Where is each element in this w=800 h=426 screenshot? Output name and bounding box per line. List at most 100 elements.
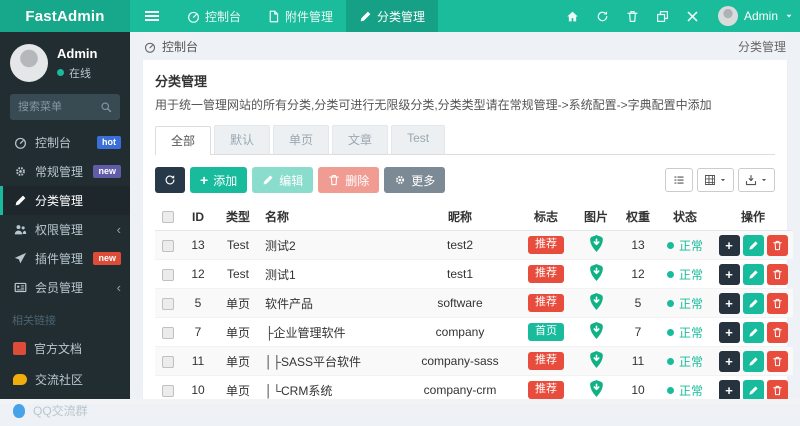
row-add-button[interactable]: + bbox=[719, 322, 740, 343]
column-header-名称[interactable]: 名称 bbox=[261, 203, 401, 231]
select-all-checkbox[interactable] bbox=[162, 211, 174, 223]
file-icon bbox=[267, 10, 280, 23]
tab-默认[interactable]: 默认 bbox=[214, 125, 270, 154]
column-header-昵称[interactable]: 昵称 bbox=[401, 203, 519, 231]
cell-weight: 5 bbox=[619, 289, 657, 318]
row-checkbox[interactable] bbox=[162, 298, 174, 310]
cell-type: 单页 bbox=[215, 347, 261, 376]
breadcrumb: 控制台 分类管理 bbox=[130, 32, 800, 60]
column-header-标志[interactable]: 标志 bbox=[519, 203, 573, 231]
sidebar-item-分类管理[interactable]: 分类管理 bbox=[0, 186, 130, 215]
sidebar-item-会员管理[interactable]: 会员管理‹ bbox=[0, 273, 130, 302]
export-button[interactable] bbox=[738, 168, 775, 192]
plus-icon: + bbox=[200, 173, 208, 187]
tab-全部[interactable]: 全部 bbox=[155, 126, 211, 155]
row-delete-button[interactable] bbox=[767, 322, 788, 343]
flag-badge: 推荐 bbox=[528, 352, 564, 369]
column-header-权重[interactable]: 权重 bbox=[619, 203, 657, 231]
topbar-tab-label: 附件管理 bbox=[285, 8, 333, 25]
breadcrumb-left[interactable]: 控制台 bbox=[162, 38, 198, 55]
cell-id: 7 bbox=[181, 318, 215, 347]
image-icon[interactable] bbox=[588, 350, 605, 369]
table-row[interactable]: 5单页软件产品software推荐5正常+ bbox=[155, 289, 793, 318]
sidebar-item-控制台[interactable]: 控制台hot bbox=[0, 128, 130, 157]
cell-status: 正常 bbox=[657, 347, 713, 376]
row-edit-button[interactable] bbox=[743, 351, 764, 372]
more-button[interactable]: 更多 bbox=[384, 167, 445, 193]
search-input[interactable] bbox=[18, 101, 100, 113]
trash-button[interactable] bbox=[618, 0, 648, 32]
status-label: 正常 bbox=[679, 266, 703, 283]
add-button[interactable]: +添加 bbox=[190, 167, 247, 193]
row-delete-button[interactable] bbox=[767, 264, 788, 285]
column-header-状态[interactable]: 状态 bbox=[657, 203, 713, 231]
delete-button[interactable]: 删除 bbox=[318, 167, 379, 193]
row-delete-button[interactable] bbox=[767, 380, 788, 401]
cell-type: Test bbox=[215, 260, 261, 289]
sidebar-link-交流社区[interactable]: 交流社区 bbox=[0, 364, 130, 395]
tab-文章[interactable]: 文章 bbox=[332, 125, 388, 154]
refresh-button[interactable] bbox=[588, 0, 618, 32]
close-button[interactable] bbox=[678, 0, 708, 32]
row-checkbox[interactable] bbox=[162, 356, 174, 368]
row-add-button[interactable]: + bbox=[719, 293, 740, 314]
page-title: 分类管理 bbox=[155, 71, 775, 90]
row-add-button[interactable]: + bbox=[719, 235, 740, 256]
users-icon bbox=[14, 223, 27, 236]
cell-select bbox=[155, 260, 181, 289]
row-delete-button[interactable] bbox=[767, 235, 788, 256]
sidebar-toggle-button[interactable] bbox=[130, 0, 174, 32]
table-row[interactable]: 7单页├企业管理软件company首页7正常+ bbox=[155, 318, 793, 347]
table-row[interactable]: 11单页│├SASS平台软件company-sass推荐11正常+ bbox=[155, 347, 793, 376]
row-edit-button[interactable] bbox=[743, 235, 764, 256]
image-icon[interactable] bbox=[588, 263, 605, 282]
row-edit-button[interactable] bbox=[743, 380, 764, 401]
row-checkbox[interactable] bbox=[162, 269, 174, 281]
home-button[interactable] bbox=[558, 0, 588, 32]
row-add-button[interactable]: + bbox=[719, 380, 740, 401]
hamburger-icon bbox=[145, 11, 159, 21]
row-edit-button[interactable] bbox=[743, 264, 764, 285]
tab-Test[interactable]: Test bbox=[391, 125, 445, 154]
table-row[interactable]: 12Test测试1test1推荐12正常+ bbox=[155, 260, 793, 289]
image-icon[interactable] bbox=[588, 292, 605, 311]
column-header-操作[interactable]: 操作 bbox=[713, 203, 793, 231]
avatar bbox=[718, 6, 738, 26]
table-body: 13Test测试2test2推荐13正常+12Test测试1test1推荐12正… bbox=[155, 231, 793, 405]
user-menu[interactable]: Admin bbox=[708, 6, 800, 26]
cell-flag: 推荐 bbox=[519, 347, 573, 376]
table-row[interactable]: 13Test测试2test2推荐13正常+ bbox=[155, 231, 793, 260]
row-delete-button[interactable] bbox=[767, 293, 788, 314]
sidebar-item-常规管理[interactable]: 常规管理new bbox=[0, 157, 130, 186]
column-header-图片[interactable]: 图片 bbox=[573, 203, 619, 231]
toggle-view-button[interactable] bbox=[665, 168, 693, 192]
scrollbar-track[interactable] bbox=[0, 399, 800, 404]
row-checkbox[interactable] bbox=[162, 385, 174, 397]
image-icon[interactable] bbox=[588, 321, 605, 340]
image-icon[interactable] bbox=[588, 234, 605, 253]
refresh-button[interactable] bbox=[155, 167, 185, 193]
column-header-ID[interactable]: ID bbox=[181, 203, 215, 231]
row-checkbox[interactable] bbox=[162, 240, 174, 252]
sidebar: Admin 在线 控制台hot常规管理new分类管理权限管理‹插件管理new会员… bbox=[0, 32, 130, 399]
topbar-tab-控制台[interactable]: 控制台 bbox=[174, 0, 254, 32]
sidebar-link-官方文档[interactable]: 官方文档 bbox=[0, 333, 130, 364]
row-delete-button[interactable] bbox=[767, 351, 788, 372]
row-add-button[interactable]: + bbox=[719, 351, 740, 372]
windows-button[interactable] bbox=[648, 0, 678, 32]
row-edit-button[interactable] bbox=[743, 293, 764, 314]
column-header-类型[interactable]: 类型 bbox=[215, 203, 261, 231]
app-logo[interactable]: FastAdmin bbox=[0, 0, 130, 32]
tab-单页[interactable]: 单页 bbox=[273, 125, 329, 154]
row-edit-button[interactable] bbox=[743, 322, 764, 343]
topbar-tab-分类管理[interactable]: 分类管理 bbox=[346, 0, 438, 32]
row-checkbox[interactable] bbox=[162, 327, 174, 339]
sidebar-item-权限管理[interactable]: 权限管理‹ bbox=[0, 215, 130, 244]
edit-button[interactable]: 编辑 bbox=[252, 167, 313, 193]
topbar-tab-附件管理[interactable]: 附件管理 bbox=[254, 0, 346, 32]
sidebar-item-插件管理[interactable]: 插件管理new bbox=[0, 244, 130, 273]
image-icon[interactable] bbox=[588, 379, 605, 398]
cell-weight: 7 bbox=[619, 318, 657, 347]
row-add-button[interactable]: + bbox=[719, 264, 740, 285]
columns-button[interactable] bbox=[697, 168, 734, 192]
